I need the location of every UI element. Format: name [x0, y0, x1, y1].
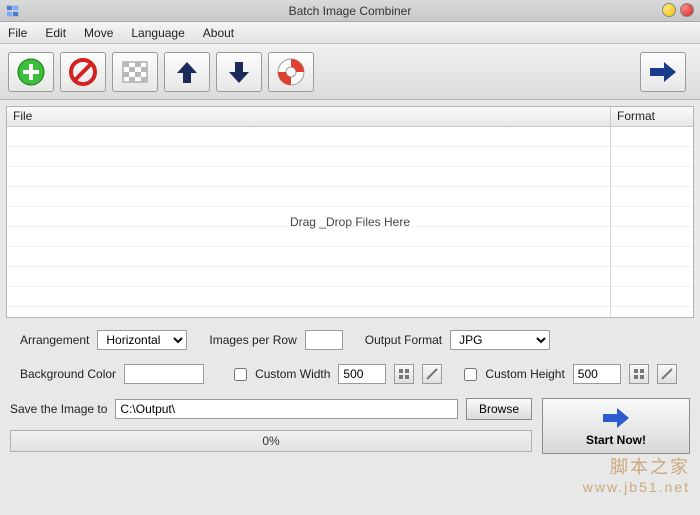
plus-icon [17, 58, 45, 86]
column-file[interactable]: File [7, 107, 611, 126]
menu-edit[interactable]: Edit [45, 26, 66, 40]
minimize-button[interactable] [662, 3, 676, 17]
output-format-label: Output Format [365, 333, 442, 347]
custom-height-input[interactable] [573, 364, 621, 384]
grid-header: File Format [7, 107, 693, 127]
diagonal-icon [426, 368, 438, 380]
menu-about[interactable]: About [203, 26, 234, 40]
next-button[interactable] [640, 52, 686, 92]
add-button[interactable] [8, 52, 54, 92]
dropzone-hint: Drag _Drop Files Here [290, 215, 410, 229]
options-panel: Arrangement Horizontal Images per Row Ou… [0, 318, 700, 384]
custom-height-label: Custom Height [485, 367, 564, 381]
arrow-right-icon [601, 405, 631, 431]
height-scale-button[interactable] [657, 364, 677, 384]
arrangement-select[interactable]: Horizontal [97, 330, 187, 350]
move-down-button[interactable] [216, 52, 262, 92]
custom-width-input[interactable] [338, 364, 386, 384]
progress-text: 0% [262, 434, 279, 448]
checker-icon [121, 58, 149, 86]
grid-icon [633, 368, 645, 380]
grid-dropzone[interactable]: Drag _Drop Files Here [7, 127, 693, 317]
bgcolor-label: Background Color [20, 367, 116, 381]
custom-width-label: Custom Width [255, 367, 330, 381]
titlebar: Batch Image Combiner [0, 0, 700, 22]
arrow-up-icon [174, 59, 200, 85]
start-label: Start Now! [586, 433, 646, 447]
bottom-panel: Save the Image to Browse 0% Start Now! [0, 398, 700, 454]
menu-move[interactable]: Move [84, 26, 113, 40]
width-fit-button[interactable] [394, 364, 414, 384]
close-button[interactable] [680, 3, 694, 17]
save-path-input[interactable] [115, 399, 458, 419]
watermark: 脚本之家 www.jb51.net [583, 453, 690, 495]
column-format[interactable]: Format [611, 107, 693, 126]
toolbar [0, 44, 700, 100]
help-button[interactable] [268, 52, 314, 92]
grid-icon [398, 368, 410, 380]
width-scale-button[interactable] [422, 364, 442, 384]
save-label: Save the Image to [10, 402, 107, 416]
progress-bar: 0% [10, 430, 532, 452]
remove-button[interactable] [60, 52, 106, 92]
arrow-down-icon [226, 59, 252, 85]
height-fit-button[interactable] [629, 364, 649, 384]
clear-button[interactable] [112, 52, 158, 92]
window-title: Batch Image Combiner [0, 4, 700, 18]
arrangement-label: Arrangement [20, 333, 89, 347]
lifebuoy-icon [277, 58, 305, 86]
images-per-row-input[interactable] [305, 330, 343, 350]
bgcolor-swatch[interactable] [124, 364, 204, 384]
diagonal-icon [661, 368, 673, 380]
menu-file[interactable]: File [8, 26, 27, 40]
grid-divider [610, 127, 611, 317]
custom-width-checkbox[interactable] [234, 368, 247, 381]
browse-button[interactable]: Browse [466, 398, 532, 420]
arrow-right-icon [648, 59, 678, 85]
images-per-row-label: Images per Row [209, 333, 296, 347]
menubar: File Edit Move Language About [0, 22, 700, 44]
menu-language[interactable]: Language [131, 26, 184, 40]
custom-height-checkbox[interactable] [464, 368, 477, 381]
move-up-button[interactable] [164, 52, 210, 92]
forbidden-icon [69, 58, 97, 86]
start-button[interactable]: Start Now! [542, 398, 690, 454]
output-format-select[interactable]: JPG [450, 330, 550, 350]
file-grid: File Format Drag _Drop Files Here [6, 106, 694, 318]
